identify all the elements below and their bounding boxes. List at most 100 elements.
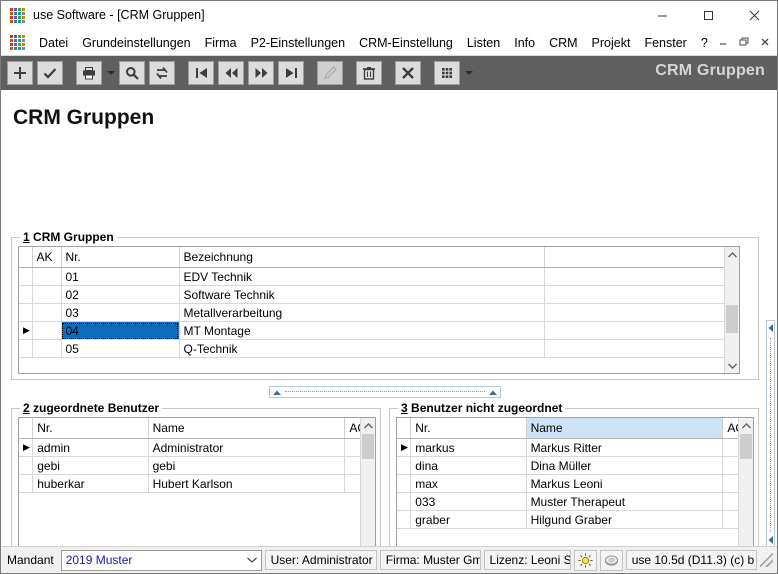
cell-bezeichnung[interactable]: Metallverarbeitung — [179, 303, 545, 322]
assigned-users-table[interactable]: Nr. Name AC ▶ admin Administrator gebi g… — [19, 418, 375, 493]
unassigned-users-table[interactable]: Nr. Name AC ▶ markus Markus Ritter dina … — [397, 418, 753, 529]
cell-name[interactable]: gebi — [148, 456, 346, 475]
assigned-col-nr[interactable]: Nr. — [32, 418, 149, 439]
cell-ak[interactable] — [32, 321, 62, 340]
cell-nr[interactable]: huberkar — [32, 474, 149, 493]
assigned-users-grid[interactable]: Nr. Name AC ▶ admin Administrator gebi g… — [18, 417, 376, 546]
assigned-col-name[interactable]: Name — [148, 418, 346, 439]
mdi-minimize-button[interactable] — [712, 32, 733, 52]
unassigned-grid-scrollbar[interactable] — [738, 418, 753, 546]
print-options-caret[interactable] — [104, 61, 117, 85]
vsplitter-collapse-top-icon[interactable] — [768, 324, 773, 334]
window-minimize-button[interactable] — [639, 1, 685, 29]
resize-grip[interactable] — [759, 553, 773, 567]
delete-button[interactable] — [356, 61, 382, 85]
cell-nr[interactable]: graber — [410, 510, 527, 529]
mandant-select[interactable]: 2019 Muster — [60, 549, 262, 571]
cell-name[interactable]: Hubert Karlson — [148, 474, 346, 493]
table-row[interactable]: ▶ markus Markus Ritter — [397, 438, 753, 457]
groups-col-bezeichnung[interactable]: Bezeichnung — [179, 247, 545, 268]
cell-ak[interactable] — [32, 267, 62, 286]
cell-nr[interactable]: 05 — [61, 339, 180, 358]
horizontal-splitter[interactable] — [269, 386, 501, 398]
cell-bezeichnung[interactable]: Software Technik — [179, 285, 545, 304]
scrollbar-thumb[interactable] — [726, 305, 738, 333]
table-row[interactable]: 03 Metallverarbeitung — [19, 303, 739, 322]
menu-crm-einstellung[interactable]: CRM-Einstellung — [352, 33, 460, 53]
cell-nr[interactable]: dina — [410, 456, 527, 475]
cancel-button[interactable] — [395, 61, 421, 85]
groups-grid[interactable]: AK Nr. Bezeichnung 01 EDV Technik 02 Sof… — [18, 246, 740, 374]
table-row[interactable]: 02 Software Technik — [19, 285, 739, 304]
menu-datei[interactable]: Datei — [32, 33, 75, 53]
previous-record-button[interactable] — [218, 61, 244, 85]
groups-col-nr[interactable]: Nr. — [61, 247, 180, 268]
cell-nr[interactable]: gebi — [32, 456, 149, 475]
cell-name[interactable]: Administrator — [148, 438, 346, 457]
grid-options-caret[interactable] — [462, 61, 475, 85]
table-row[interactable]: gebi gebi — [19, 456, 375, 475]
vertical-splitter[interactable] — [766, 320, 775, 546]
menu-crm[interactable]: CRM — [542, 33, 584, 53]
cell-bezeichnung[interactable]: Q-Technik — [179, 339, 545, 358]
search-icon[interactable] — [119, 61, 145, 85]
groups-grid-scrollbar[interactable] — [724, 247, 739, 373]
groups-col-ak[interactable]: AK — [32, 247, 62, 268]
window-maximize-button[interactable] — [685, 1, 731, 29]
first-record-button[interactable] — [188, 61, 214, 85]
table-row[interactable]: huberkar Hubert Karlson — [19, 474, 375, 493]
mdi-restore-button[interactable] — [733, 32, 754, 52]
cell-bezeichnung[interactable]: MT Montage — [179, 321, 545, 340]
grid-view-button[interactable] — [434, 61, 460, 85]
last-record-button[interactable] — [278, 61, 304, 85]
new-record-button[interactable] — [7, 61, 33, 85]
scroll-up-arrow[interactable] — [361, 418, 375, 433]
scroll-up-arrow[interactable] — [739, 418, 753, 433]
table-row[interactable]: 01 EDV Technik — [19, 267, 739, 286]
scroll-up-arrow[interactable] — [725, 247, 739, 262]
unassigned-col-nr[interactable]: Nr. — [410, 418, 527, 439]
cell-name[interactable]: Hilgund Graber — [526, 510, 724, 529]
cell-ak[interactable] — [32, 303, 62, 322]
unassigned-col-name[interactable]: Name — [526, 418, 724, 439]
table-row[interactable]: ▶ admin Administrator — [19, 438, 375, 457]
assigned-grid-scrollbar[interactable] — [360, 418, 375, 546]
cell-nr[interactable]: 03 — [61, 303, 180, 322]
cell-nr-selected[interactable]: 04 — [61, 321, 180, 340]
table-row[interactable]: graber Hilgund Graber — [397, 510, 753, 529]
table-row[interactable]: 05 Q-Technik — [19, 339, 739, 358]
scrollbar-thumb[interactable] — [740, 434, 752, 459]
cell-name[interactable]: Markus Leoni — [526, 474, 724, 493]
disc-icon[interactable] — [599, 549, 623, 571]
cell-ak[interactable] — [32, 285, 62, 304]
print-button[interactable] — [76, 61, 102, 85]
sun-icon[interactable] — [574, 549, 597, 571]
vsplitter-collapse-bottom-icon[interactable] — [768, 536, 773, 546]
cell-nr[interactable]: 02 — [61, 285, 180, 304]
table-row[interactable]: max Markus Leoni — [397, 474, 753, 493]
table-row-selected[interactable]: ▶ 04 MT Montage — [19, 321, 739, 340]
groups-table[interactable]: AK Nr. Bezeichnung 01 EDV Technik 02 Sof… — [19, 247, 739, 358]
menu-fenster[interactable]: Fenster — [637, 33, 693, 53]
refresh-button[interactable] — [149, 61, 175, 85]
chevron-down-icon[interactable] — [246, 555, 257, 565]
cell-bezeichnung[interactable]: EDV Technik — [179, 267, 545, 286]
cell-name[interactable]: Markus Ritter — [526, 438, 724, 457]
mdi-close-button[interactable] — [754, 32, 775, 52]
menu-projekt[interactable]: Projekt — [585, 33, 638, 53]
cell-name[interactable]: Dina Müller — [526, 456, 724, 475]
cell-nr[interactable]: 033 — [410, 492, 527, 511]
cell-nr[interactable]: admin — [32, 438, 149, 457]
cell-nr[interactable]: 01 — [61, 267, 180, 286]
confirm-button[interactable] — [37, 61, 63, 85]
menu-p2-einstellungen[interactable]: P2-Einstellungen — [244, 33, 353, 53]
window-close-button[interactable] — [731, 1, 777, 29]
menu-grundeinstellungen[interactable]: Grundeinstellungen — [75, 33, 197, 53]
table-row[interactable]: 033 Muster Therapeut — [397, 492, 753, 511]
menu-listen[interactable]: Listen — [460, 33, 507, 53]
cell-name[interactable]: Muster Therapeut — [526, 492, 724, 511]
cell-nr[interactable]: markus — [410, 438, 527, 457]
cell-nr[interactable]: max — [410, 474, 527, 493]
next-record-button[interactable] — [248, 61, 274, 85]
splitter-collapse-right-icon[interactable] — [489, 388, 497, 397]
